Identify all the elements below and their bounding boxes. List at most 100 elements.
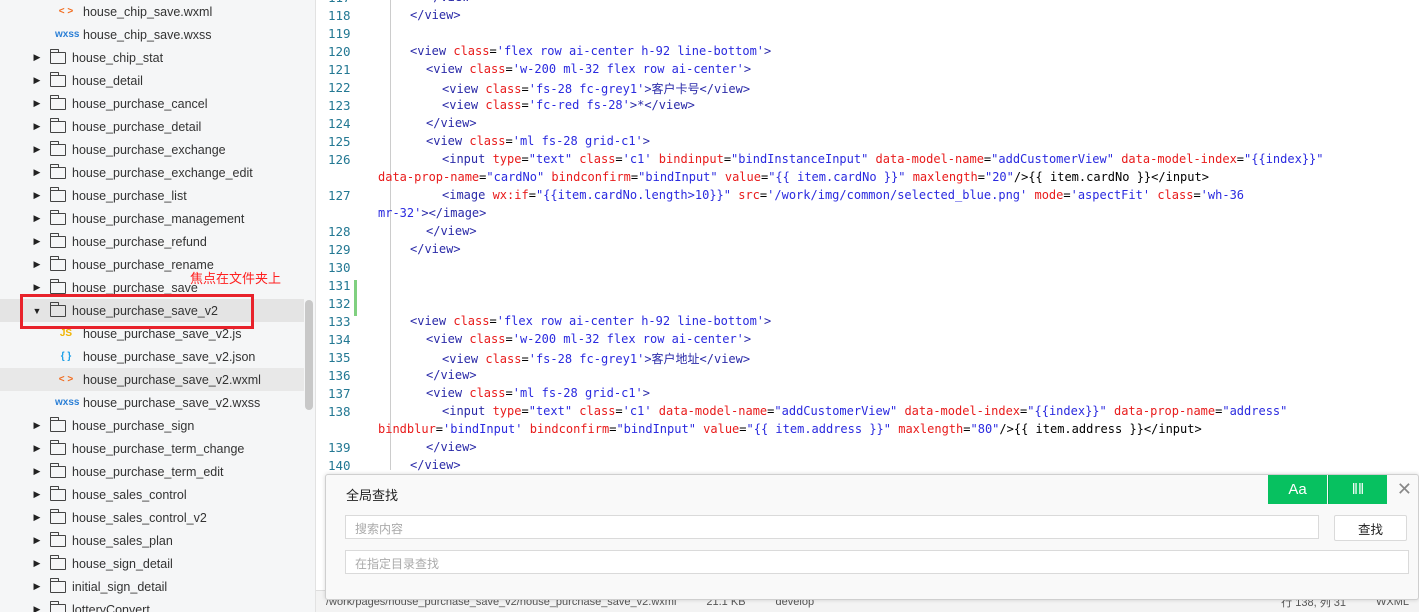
tree-folder[interactable]: ▶ house_purchase_exchange	[0, 138, 304, 161]
chevron-right-icon[interactable]: ▶	[32, 190, 42, 201]
code-line[interactable]: </view>	[426, 0, 477, 4]
code-token-tag: >	[764, 44, 772, 58]
code-token-str: "bindInput"	[638, 170, 725, 184]
tree-file[interactable]: < > house_purchase_save_v2.wxml	[0, 368, 304, 391]
code-line[interactable]: </view>	[426, 440, 477, 454]
code-line[interactable]: <view class='fs-28 fc-grey1'>客户地址</view>	[442, 350, 750, 367]
chevron-right-icon[interactable]: ▶	[32, 213, 42, 224]
code-line[interactable]: </view>	[426, 368, 477, 382]
chevron-right-icon[interactable]: ▶	[32, 581, 42, 592]
search-input[interactable]: 搜索内容	[345, 515, 1319, 539]
tree-file[interactable]: < > house_chip_save.wxml	[0, 0, 304, 23]
tree-folder[interactable]: ▶ house_purchase_cancel	[0, 92, 304, 115]
code-line[interactable]: <view class='fc-red fs-28'>*</view>	[442, 98, 695, 112]
sidebar-scrollbar[interactable]	[305, 300, 313, 410]
tree-folder[interactable]: ▶ house_sign_detail	[0, 552, 304, 575]
tree-item-label: house_purchase_exchange_edit	[72, 165, 253, 180]
code-line[interactable]: mr-32'></image>	[378, 206, 486, 220]
code-line[interactable]: </view>	[426, 224, 477, 238]
chevron-right-icon[interactable]: ▶	[32, 535, 42, 546]
tree-folder[interactable]: ▶ house_purchase_term_change	[0, 437, 304, 460]
chevron-right-icon[interactable]: ▶	[32, 282, 42, 293]
tree-folder[interactable]: ▶ house_purchase_list	[0, 184, 304, 207]
chevron-right-icon[interactable]: ▶	[32, 236, 42, 247]
tree-folder[interactable]: ▶ house_purchase_exchange_edit	[0, 161, 304, 184]
chevron-right-icon[interactable]: ▶	[32, 144, 42, 155]
folder-icon	[50, 600, 66, 612]
line-number: 126	[328, 152, 351, 167]
whole-word-button[interactable]: ‖‖	[1328, 475, 1387, 504]
code-token-str: "addCustomerView"	[991, 152, 1122, 166]
tree-folder[interactable]: ▶ initial_sign_detail	[0, 575, 304, 598]
tree-folder[interactable]: ▶ house_purchase_term_edit	[0, 460, 304, 483]
code-token-attr: data-model-index	[904, 404, 1021, 418]
chevron-right-icon[interactable]: ▶	[32, 167, 42, 178]
match-case-button[interactable]: Aa	[1268, 475, 1327, 504]
code-line[interactable]: <view class='flex row ai-center h-92 lin…	[410, 44, 771, 58]
code-line[interactable]: <view class='fs-28 fc-grey1'>客户卡号</view>	[442, 80, 750, 97]
chevron-right-icon[interactable]: ▶	[32, 466, 42, 477]
close-icon[interactable]: ✕	[1397, 479, 1412, 500]
tree-folder[interactable]: ▶ lotteryConvert	[0, 598, 304, 612]
chevron-right-icon[interactable]: ▶	[32, 121, 42, 132]
code-token-attr: mode	[1034, 188, 1064, 202]
code-token-tag: >	[642, 134, 650, 148]
tree-folder[interactable]: ▶ house_purchase_management	[0, 207, 304, 230]
code-line[interactable]: <view class='ml fs-28 grid-c1'>	[426, 134, 650, 148]
tree-folder[interactable]: ▶ house_purchase_detail	[0, 115, 304, 138]
chevron-right-icon[interactable]: ▶	[32, 558, 42, 569]
chevron-right-icon[interactable]: ▶	[32, 420, 42, 431]
line-number: 132	[328, 296, 351, 311]
tree-file[interactable]: { } house_purchase_save_v2.json	[0, 345, 304, 368]
tree-item-label: house_chip_save.wxml	[83, 4, 213, 19]
tree-folder[interactable]: ▶ house_purchase_refund	[0, 230, 304, 253]
tree-folder[interactable]: ▶ house_sales_control_v2	[0, 506, 304, 529]
code-token-str: "address"	[1222, 404, 1288, 418]
chevron-right-icon[interactable]: ▶	[32, 512, 42, 523]
folder-icon	[50, 117, 66, 133]
code-token-attr: bindblur	[378, 422, 436, 436]
chevron-right-icon[interactable]: ▶	[32, 75, 42, 86]
code-line[interactable]: <input type="text" class='c1' bindinput=…	[442, 152, 1324, 166]
tree-item-label: house_purchase_detail	[72, 119, 202, 134]
tree-folder[interactable]: ▶ house_sales_control	[0, 483, 304, 506]
find-button[interactable]: 查找	[1334, 515, 1407, 541]
code-token-str: 'c1'	[622, 152, 659, 166]
chevron-right-icon[interactable]: ▶	[32, 443, 42, 454]
code-token-str: 'flex row ai-center h-92 line-bottom'	[496, 314, 765, 328]
chevron-right-icon[interactable]: ▶	[32, 98, 42, 109]
chevron-right-icon[interactable]: ▶	[32, 52, 42, 63]
code-line[interactable]: data-prop-name="cardNo" bindconfirm="bin…	[378, 170, 1209, 184]
tree-file[interactable]: wxss house_purchase_save_v2.wxss	[0, 391, 304, 414]
chevron-right-icon[interactable]: ▶	[32, 604, 42, 612]
folder-icon	[50, 462, 66, 478]
code-line[interactable]: <image wx:if="{{item.cardNo.length>10}}"…	[442, 188, 1244, 202]
code-line[interactable]: bindblur='bindInput' bindconfirm="bindIn…	[378, 422, 1202, 436]
chevron-right-icon[interactable]: ▶	[32, 489, 42, 500]
code-line[interactable]: <view class='flex row ai-center h-92 lin…	[410, 314, 771, 328]
line-number: 124	[328, 116, 351, 131]
tree-folder[interactable]: ▶ house_purchase_sign	[0, 414, 304, 437]
wxss-file-icon: wxss	[55, 29, 80, 40]
tree-folder[interactable]: ▶ house_chip_stat	[0, 46, 304, 69]
code-line[interactable]: <view class='ml fs-28 grid-c1'>	[426, 386, 650, 400]
code-token-tag: >*</view>	[629, 98, 695, 112]
code-line[interactable]: </view>	[410, 242, 461, 256]
code-line[interactable]: </view>	[410, 8, 461, 22]
code-line[interactable]: </view>	[410, 458, 461, 472]
tree-file[interactable]: wxss house_chip_save.wxss	[0, 23, 304, 46]
code-line[interactable]: <view class='w-200 ml-32 flex row ai-cen…	[426, 332, 751, 346]
code-line[interactable]: <view class='w-200 ml-32 flex row ai-cen…	[426, 62, 751, 76]
code-token-str: "{{index}}"	[1027, 404, 1114, 418]
code-line[interactable]: </view>	[426, 116, 477, 130]
tree-folder[interactable]: ▶ house_sales_plan	[0, 529, 304, 552]
code-token-txt: =	[723, 152, 732, 166]
chevron-right-icon[interactable]: ▶	[32, 259, 42, 270]
code-token-attr: wx:if	[492, 188, 529, 202]
folder-icon	[50, 48, 66, 64]
directory-input[interactable]: 在指定目录查找	[345, 550, 1409, 574]
code-line[interactable]: <input type="text" class='c1' data-model…	[442, 404, 1287, 418]
global-find-panel: 全局查找 Aa ‖‖ ✕ 搜索内容 查找 在指定目录查找	[325, 474, 1419, 600]
tree-folder[interactable]: ▶ house_detail	[0, 69, 304, 92]
line-number: 122	[328, 80, 351, 95]
